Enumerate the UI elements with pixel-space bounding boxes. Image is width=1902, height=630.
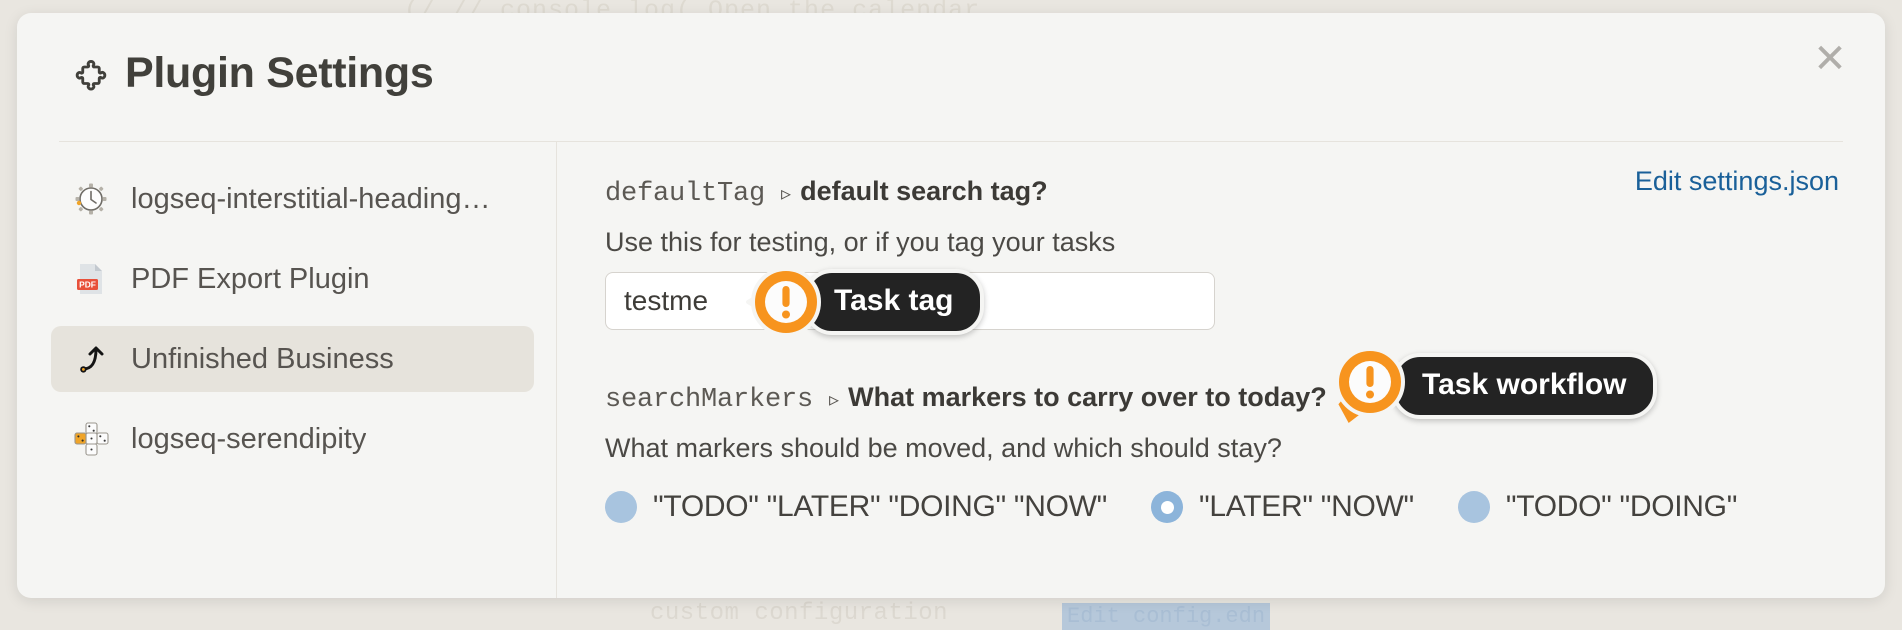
caret-right-icon: ▹ bbox=[781, 183, 792, 205]
setting-description-text: What markers to carry over to today? bbox=[848, 382, 1327, 412]
setting-subdescription: What markers should be moved, and which … bbox=[605, 433, 1282, 463]
radio-indicator-selected[interactable] bbox=[1151, 491, 1184, 523]
setting-default-tag: defaultTag ▹ default search tag? Use thi… bbox=[605, 176, 1839, 330]
close-icon[interactable]: ✕ bbox=[1804, 33, 1856, 85]
curved-arrow-icon bbox=[69, 337, 113, 381]
sidebar-item-unfinished-business[interactable]: Unfinished Business bbox=[51, 326, 534, 392]
setting-description-text: default search tag? bbox=[800, 176, 1048, 206]
svg-text:PDF: PDF bbox=[79, 279, 96, 289]
sidebar-item-label: logseq-interstitial-heading… bbox=[131, 182, 491, 215]
sidebar-item-pdf-export-plugin[interactable]: PDF PDF Export Plugin bbox=[51, 246, 534, 312]
caret-right-icon: ▹ bbox=[829, 389, 840, 411]
puzzle-piece-icon bbox=[73, 54, 109, 94]
setting-heading: searchMarkers ▹ What markers to carry ov… bbox=[605, 382, 1839, 415]
sidebar-item-logseq-interstitial-heading[interactable]: logseq-interstitial-heading… bbox=[51, 166, 534, 232]
modal-body: logseq-interstitial-heading… PDF PDF Exp… bbox=[17, 142, 1885, 598]
sidebar-item-label: PDF Export Plugin bbox=[131, 262, 370, 295]
radio-label: "LATER" "NOW" bbox=[1199, 490, 1414, 523]
setting-subdescription: Use this for testing, or if you tag your… bbox=[605, 227, 1116, 257]
modal-header: Plugin Settings ✕ bbox=[17, 13, 1885, 127]
background-text-bottom: custom configuration bbox=[650, 600, 949, 627]
search-markers-radio-group: "TODO" "LATER" "DOING" "NOW" "LATER" "NO… bbox=[605, 490, 1839, 524]
setting-description: ▹ default search tag? bbox=[781, 176, 1048, 207]
dice-icon bbox=[69, 417, 113, 461]
radio-option-todo-later-doing-now[interactable]: "TODO" "LATER" "DOING" "NOW" bbox=[605, 490, 1107, 524]
radio-indicator[interactable] bbox=[1457, 491, 1490, 523]
sidebar-item-label: Unfinished Business bbox=[131, 342, 394, 375]
settings-panel: Edit settings.json defaultTag ▹ default … bbox=[557, 142, 1885, 598]
sidebar-item-label: logseq-serendipity bbox=[131, 422, 367, 455]
pdf-file-icon: PDF bbox=[69, 257, 113, 301]
setting-key: searchMarkers bbox=[605, 385, 814, 415]
background-chip-bottom: Edit config.edn bbox=[1062, 603, 1271, 630]
plugin-settings-modal: Plugin Settings ✕ logseq-interstitial-he… bbox=[17, 13, 1885, 598]
clock-plugin-icon bbox=[69, 177, 113, 221]
page-title: Plugin Settings bbox=[73, 49, 434, 98]
setting-key: defaultTag bbox=[605, 179, 766, 209]
radio-option-todo-doing[interactable]: "TODO" "DOING" bbox=[1457, 490, 1738, 524]
screen: (/ // console.log( Open the calendar cus… bbox=[0, 0, 1902, 630]
setting-description: ▹ What markers to carry over to today? bbox=[829, 382, 1327, 413]
setting-search-markers: searchMarkers ▹ What markers to carry ov… bbox=[605, 382, 1839, 524]
radio-indicator[interactable] bbox=[605, 491, 637, 523]
page-title-text: Plugin Settings bbox=[125, 49, 434, 97]
radio-label: "TODO" "LATER" "DOING" "NOW" bbox=[653, 490, 1108, 523]
sidebar-item-logseq-serendipity[interactable]: logseq-serendipity bbox=[51, 406, 534, 472]
radio-label: "TODO" "DOING" bbox=[1505, 490, 1738, 523]
plugin-list-sidebar: logseq-interstitial-heading… PDF PDF Exp… bbox=[17, 142, 557, 598]
radio-option-later-now[interactable]: "LATER" "NOW" bbox=[1151, 490, 1414, 524]
edit-settings-json-link[interactable]: Edit settings.json bbox=[1635, 166, 1839, 197]
default-tag-input[interactable] bbox=[605, 272, 1215, 330]
